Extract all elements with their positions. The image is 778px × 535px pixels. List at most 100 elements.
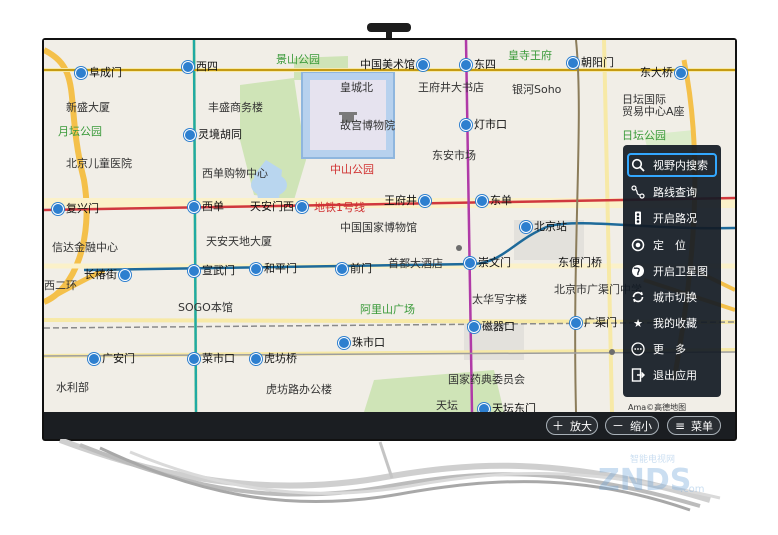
station-label[interactable]: 阜成门 bbox=[75, 66, 122, 80]
metro-station-icon bbox=[567, 57, 579, 69]
map-label: 水利部 bbox=[56, 381, 89, 394]
map-label: 国家药典委员会 bbox=[448, 373, 525, 386]
more-icon bbox=[631, 342, 645, 356]
svg-text:ZNDS: ZNDS bbox=[598, 463, 691, 498]
map-label: 中国国家博物馆 bbox=[340, 221, 417, 234]
map-label: 阿里山广场 bbox=[360, 303, 415, 316]
metro-station-icon bbox=[338, 337, 350, 349]
station-label[interactable]: 磁器口 bbox=[468, 320, 515, 334]
map-label: 故宫博物院 bbox=[340, 119, 395, 132]
plus-icon: ＋ bbox=[551, 419, 564, 433]
metro-station-icon bbox=[188, 265, 200, 277]
zoom-out-button[interactable]: －缩小 bbox=[605, 416, 659, 435]
menu-item-satellite[interactable]: 开启卫星图 bbox=[623, 259, 721, 283]
station-label[interactable]: 虎坊桥 bbox=[250, 352, 297, 366]
map-label: 皇寺王府 bbox=[508, 49, 552, 62]
station-label[interactable]: 宣武门 bbox=[188, 264, 235, 278]
metro-station-icon bbox=[75, 67, 87, 79]
map-label: 天安天地大厦 bbox=[206, 235, 272, 248]
map-label: 太华写字楼 bbox=[472, 293, 527, 306]
station-label[interactable]: 北京站 bbox=[520, 220, 567, 234]
map-label: 月坛公园 bbox=[58, 125, 102, 138]
map-menu: 视野内搜索 路线查询 开启路况 定 位 开启卫星图 城市切换 ★ 我的收藏 更 … bbox=[623, 145, 721, 397]
metro-station-icon bbox=[460, 59, 472, 71]
zoom-in-button[interactable]: ＋放大 bbox=[546, 416, 598, 435]
svg-text:智能电视网: 智能电视网 bbox=[630, 453, 675, 465]
menu-button[interactable]: ≡ 菜单 bbox=[667, 416, 721, 435]
metro-station-icon bbox=[675, 67, 687, 79]
metro-station-icon bbox=[336, 263, 348, 275]
metro-station-icon bbox=[478, 403, 490, 412]
station-label[interactable]: 天坛东门 bbox=[478, 402, 536, 412]
menu-item-exit[interactable]: 退出应用 bbox=[623, 363, 721, 387]
station-label[interactable]: 中国美术馆 bbox=[360, 58, 429, 72]
map-label: 东安市场 bbox=[432, 149, 476, 162]
station-label[interactable]: 珠市口 bbox=[338, 336, 385, 350]
star-icon: ★ bbox=[633, 316, 643, 330]
menu-item-search-view[interactable]: 视野内搜索 bbox=[627, 153, 717, 177]
map-label: 西单购物中心 bbox=[202, 167, 268, 180]
metro-station-icon bbox=[464, 257, 476, 269]
station-label[interactable]: 菜市口 bbox=[188, 352, 235, 366]
menu-item-label: 定 位 bbox=[653, 239, 686, 252]
menu-item-label: 开启路况 bbox=[653, 212, 697, 225]
station-label[interactable]: 复兴门 bbox=[52, 202, 99, 216]
svg-text:.com: .com bbox=[680, 484, 705, 495]
station-label[interactable]: 东便门桥 bbox=[558, 256, 602, 270]
refresh-icon bbox=[631, 290, 645, 304]
station-label[interactable]: 广渠门 bbox=[570, 316, 617, 330]
metro-station-icon bbox=[250, 353, 262, 365]
station-label[interactable]: 东单 bbox=[476, 194, 512, 208]
hamburger-icon: ≡ bbox=[674, 418, 686, 433]
metro-station-icon bbox=[419, 195, 431, 207]
station-label[interactable]: 东大桥 bbox=[640, 66, 689, 80]
metro-station-icon bbox=[182, 61, 194, 73]
station-label[interactable]: 西四 bbox=[182, 60, 218, 74]
station-label[interactable]: 前门 bbox=[336, 262, 372, 276]
menu-item-label: 开启卫星图 bbox=[653, 265, 708, 278]
station-label[interactable]: 崇文门 bbox=[464, 256, 511, 270]
metro-station-icon bbox=[188, 201, 200, 213]
locate-icon bbox=[631, 238, 645, 252]
menu-item-label: 城市切换 bbox=[653, 291, 697, 304]
minus-icon: － bbox=[611, 419, 624, 433]
route-icon bbox=[631, 185, 645, 199]
station-label[interactable]: 天安门西 bbox=[250, 200, 308, 214]
menu-item-locate[interactable]: 定 位 bbox=[623, 233, 721, 257]
map-label: 北京儿童医院 bbox=[66, 157, 132, 170]
menu-item-label: 我的收藏 bbox=[653, 317, 697, 330]
map-label: 首都大酒店 bbox=[388, 257, 443, 270]
map-label: 新盛大厦 bbox=[66, 101, 110, 114]
menu-item-favorites[interactable]: ★ 我的收藏 bbox=[623, 311, 721, 335]
station-label[interactable]: 王府井 bbox=[384, 194, 431, 208]
map-label: 景山公园 bbox=[276, 53, 320, 66]
metro-station-icon bbox=[520, 221, 532, 233]
menu-item-label: 更 多 bbox=[653, 343, 686, 356]
menu-item-city[interactable]: 城市切换 bbox=[623, 285, 721, 309]
metro-station-icon bbox=[468, 321, 480, 333]
metro-station-icon bbox=[296, 201, 308, 213]
metro-station-icon bbox=[460, 119, 472, 131]
station-label[interactable]: 灵境胡同 bbox=[184, 128, 242, 142]
station-label[interactable]: 西单 bbox=[188, 200, 224, 214]
station-label[interactable]: 广安门 bbox=[88, 352, 135, 366]
map-label: 皇城北 bbox=[340, 81, 373, 94]
metro-station-icon bbox=[119, 269, 131, 281]
menu-item-more[interactable]: 更 多 bbox=[623, 337, 721, 361]
station-label[interactable]: 长椿街 bbox=[84, 268, 131, 282]
metro-station-icon bbox=[52, 203, 64, 215]
station-label[interactable]: 灯市口 bbox=[460, 118, 507, 132]
map-label: 地铁1号线 bbox=[314, 201, 365, 214]
menu-item-route[interactable]: 路线查询 bbox=[623, 180, 721, 204]
metro-station-icon bbox=[188, 353, 200, 365]
menu-item-traffic[interactable]: 开启路况 bbox=[623, 206, 721, 230]
station-label[interactable]: 朝阳门 bbox=[567, 56, 614, 70]
station-label[interactable]: 和平门 bbox=[250, 262, 297, 276]
metro-station-icon bbox=[417, 59, 429, 71]
station-label[interactable]: 东四 bbox=[460, 58, 496, 72]
exit-icon bbox=[631, 368, 645, 382]
map-label: 贸易中心A座 bbox=[622, 105, 685, 118]
globe-icon bbox=[631, 264, 645, 278]
map-label: 中山公园 bbox=[330, 163, 374, 176]
tv-frame: ZNDS .com 智能电视网 letv bbox=[0, 0, 778, 535]
